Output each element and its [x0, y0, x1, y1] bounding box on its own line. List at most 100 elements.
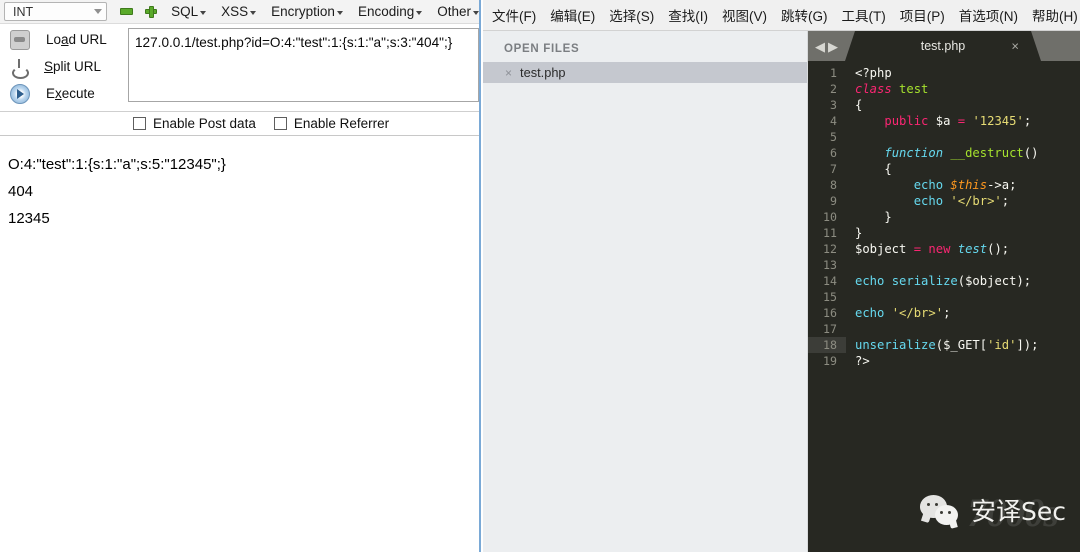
chevron-down-icon [94, 9, 103, 14]
code-token: ( [957, 274, 966, 288]
tab-nav-buttons[interactable]: ◀ ▶ [808, 31, 845, 61]
watermark: 安译Sec [920, 492, 1066, 528]
line-number: 17 [823, 322, 837, 336]
menu-selection[interactable]: 选择(S) [602, 5, 661, 25]
line-number: 15 [823, 290, 837, 304]
code-token: $this [950, 178, 988, 192]
code-token: echo [913, 194, 944, 208]
menu-file[interactable]: 文件(F) [485, 5, 543, 25]
line-number: 6 [830, 146, 837, 160]
enable-referrer-label: Enable Referrer [293, 116, 390, 131]
output-line: 12345 [8, 210, 50, 227]
code-token: new [928, 242, 951, 256]
output-line: 404 [8, 183, 34, 200]
menu-goto[interactable]: 跳转(G) [774, 5, 835, 25]
code-text: echo '</br>'; [846, 193, 1009, 209]
menu-edit[interactable]: 编辑(E) [543, 5, 602, 25]
code-token: echo [913, 178, 944, 192]
screenshot-root: INT SQL XSS Encryption Encoding Other Lo… [0, 0, 1080, 552]
sidebar-item-test-php[interactable]: × test.php [483, 62, 807, 83]
code-token: echo [855, 274, 885, 288]
code-line: 1 <?php [808, 65, 1080, 81]
line-number: 11 [823, 226, 837, 240]
menu-xss-label: XSS [221, 4, 249, 19]
menu-encryption[interactable]: Encryption [271, 4, 343, 19]
sidebar-item-label: test.php [520, 65, 566, 80]
split-url-button[interactable]: Split URL [0, 53, 120, 80]
code-token: $_GET [943, 338, 980, 352]
code-text: echo serialize($object); [846, 273, 1031, 289]
code-token: ); [1016, 274, 1032, 288]
menu-view[interactable]: 视图(V) [715, 5, 774, 25]
plus-icon[interactable] [145, 5, 158, 18]
line-number: 7 [830, 162, 837, 176]
code-token: $object [855, 242, 914, 256]
code-line: 18 unserialize($_GET['id']); [808, 337, 1080, 353]
output-line: O:4:"test":1:{s:1:"a";s:5:"12345";} [8, 156, 226, 173]
tab-test-php[interactable]: test.php × [845, 31, 1041, 61]
code-line: 6 function __destruct() [808, 145, 1080, 161]
menu-project[interactable]: 项目(P) [893, 5, 952, 25]
code-token: $a [928, 114, 958, 128]
code-token: 'id' [987, 338, 1017, 352]
line-number: 16 [823, 306, 837, 320]
code-line: 9 echo '</br>'; [808, 193, 1080, 209]
code-text: ?> [846, 353, 870, 369]
menu-preferences[interactable]: 首选项(N) [952, 5, 1025, 25]
line-number: 14 [823, 274, 837, 288]
close-icon[interactable]: × [1011, 39, 1019, 54]
line-number: 4 [830, 114, 837, 128]
menu-tools[interactable]: 工具(T) [835, 5, 893, 25]
code-text: { [846, 161, 891, 177]
enable-referrer-checkbox[interactable]: Enable Referrer [273, 116, 390, 131]
code-token: = [957, 114, 966, 128]
mode-select[interactable]: INT [4, 2, 108, 21]
code-token: function [884, 146, 944, 160]
split-url-label: Split URL [44, 59, 102, 74]
menu-other[interactable]: Other [437, 4, 479, 19]
menu-help[interactable]: 帮助(H) [1025, 5, 1080, 25]
menu-encoding-label: Encoding [357, 4, 415, 19]
hackbar-request-area: Load URL Split URL Execute 127.0.0.1/tes… [0, 24, 479, 112]
close-icon[interactable]: × [505, 67, 512, 79]
code-text: echo $this->a; [846, 177, 1017, 193]
code-text: $object = new test(); [846, 241, 1009, 257]
menu-encoding[interactable]: Encoding [357, 4, 423, 19]
load-url-button[interactable]: Load URL [0, 26, 120, 53]
line-number: 9 [830, 194, 837, 208]
code-token: ]); [1016, 338, 1039, 352]
url-input[interactable]: 127.0.0.1/test.php?id=O:4:"test":1:{s:1:… [128, 28, 479, 102]
code-text: function __destruct() [846, 145, 1038, 161]
tab-label: test.php [920, 39, 966, 53]
code-text: echo '</br>'; [846, 305, 950, 321]
line-number: 10 [823, 210, 837, 224]
code-editor[interactable]: 1 <?php 2 class test 3{4 public $a = '12345'… [808, 61, 1080, 552]
code-text: } [846, 225, 862, 241]
line-number: 19 [823, 354, 837, 368]
menu-xss[interactable]: XSS [221, 4, 257, 19]
chevron-right-icon[interactable]: ▶ [828, 40, 838, 53]
execute-label: Execute [46, 86, 95, 101]
wechat-icon [920, 495, 962, 525]
code-text: unserialize($_GET['id']); [846, 337, 1038, 353]
line-number: 5 [830, 130, 837, 144]
minus-icon[interactable] [120, 8, 134, 15]
execute-icon [10, 83, 30, 104]
chevron-left-icon[interactable]: ◀ [815, 40, 825, 53]
editor-body: OPEN FILES × test.php ◀ ▶ test.php × 1 <… [483, 31, 1080, 552]
menu-sql[interactable]: SQL [171, 4, 207, 19]
hackbar-menu: SQL XSS Encryption Encoding Other [171, 4, 479, 19]
enable-post-data-checkbox[interactable]: Enable Post data [133, 116, 256, 131]
line-number: 13 [823, 258, 837, 272]
execute-button[interactable]: Execute [0, 80, 120, 107]
menu-find[interactable]: 查找(I) [661, 5, 715, 25]
code-token: public [884, 114, 929, 128]
code-token: { [855, 98, 863, 112]
code-token: unserialize [855, 338, 936, 352]
